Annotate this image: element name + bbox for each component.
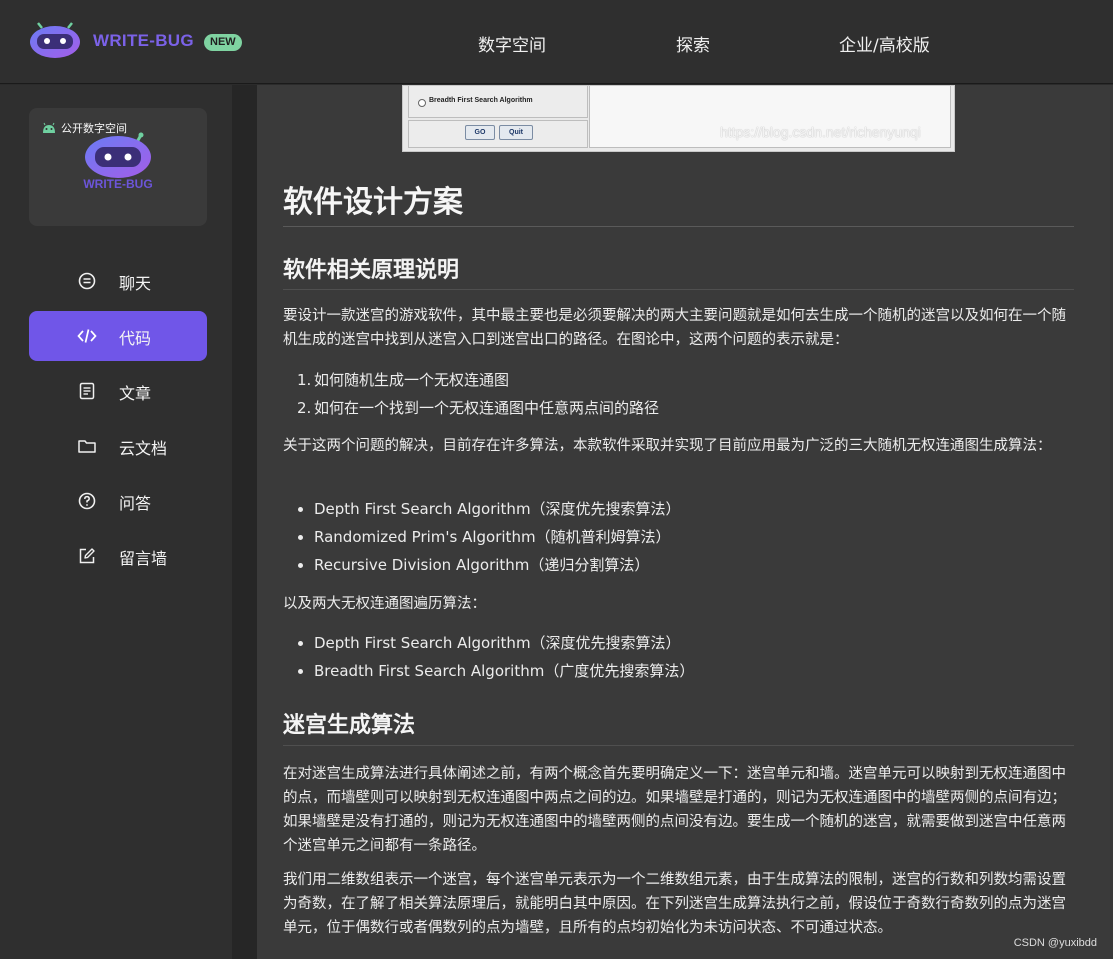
- section-divider: [283, 289, 1074, 290]
- list-item: 2. 如何在一个找到一个无权连通图中任意两点间的路径: [297, 399, 660, 417]
- sidebar-item-label: 文章: [119, 384, 152, 403]
- nav-explore[interactable]: 探索: [676, 31, 710, 56]
- article-content: Breadth First Search Algorithm GO Quit h…: [257, 85, 1113, 959]
- traversal-algorithms-list: Depth First Search Algorithm（深度优先搜索算法） B…: [297, 629, 694, 685]
- space-card-brand: WRITE-BUG: [83, 177, 153, 191]
- article-icon: [79, 382, 95, 400]
- paragraph: 我们用二维数组表示一个迷宫，每个迷宫单元表示为一个二维数组元素，由于生成算法的限…: [283, 872, 1066, 936]
- quit-button: Quit: [499, 125, 533, 140]
- robot-logo-icon[interactable]: [28, 22, 82, 60]
- sidebar-item-label: 留言墙: [119, 549, 168, 568]
- nav-enterprise[interactable]: 企业/高校版: [839, 31, 930, 56]
- sidebar-item-label: 聊天: [119, 274, 152, 293]
- new-badge: NEW: [204, 34, 242, 51]
- blog-watermark: https://blog.csdn.net/richenyunqi: [720, 124, 921, 140]
- section-divider: [283, 745, 1074, 746]
- sidebar-item-label: 代码: [119, 329, 152, 348]
- robot-avatar-icon: [85, 132, 151, 178]
- digital-space-card[interactable]: 公开数字空间 WRITE-BUG: [29, 108, 207, 226]
- ordered-list: 1. 如何随机生成一个无权连通图 2. 如何在一个找到一个无权连通图中任意两点间的路…: [297, 366, 660, 422]
- paragraph: 关于这两个问题的解决，目前存在许多算法，本款软件采取并实现了目前应用最为广泛的三…: [283, 438, 1052, 454]
- list-item: Depth First Search Algorithm（深度优先搜索算法）: [297, 629, 694, 657]
- chat-icon: [78, 272, 96, 290]
- paragraph: 以及两大无权连通图遍历算法：: [283, 596, 486, 612]
- paragraph: 在对迷宫生成算法进行具体阐述之前，有两个概念首先要明确定义一下：迷宫单元和墙。迷…: [283, 766, 1066, 854]
- folder-icon: [78, 440, 96, 453]
- section-heading-maze-generation: 迷宫生成算法: [283, 713, 416, 738]
- section-heading-principles: 软件相关原理说明: [283, 258, 460, 283]
- button-panel: [408, 120, 588, 148]
- radio-bfs-label: Breadth First Search Algorithm: [429, 97, 533, 104]
- paragraph: 要设计一款迷宫的游戏软件，其中最主要也是必须要解决的两大主要问题就是如何去生成一…: [283, 308, 1066, 348]
- sidebar-item-code[interactable]: 代码: [29, 311, 207, 361]
- sidebar-item-qa[interactable]: 问答: [29, 476, 207, 526]
- sidebar-item-chat[interactable]: 聊天: [29, 256, 207, 306]
- sidebar-divider: [232, 85, 257, 959]
- list-item: Breadth First Search Algorithm（广度优先搜索算法）: [297, 657, 694, 685]
- maze-app-screenshot: Breadth First Search Algorithm GO Quit h…: [402, 85, 955, 152]
- top-navigation-bar: WRITE-BUG NEW 数字空间 探索 企业/高校版: [0, 0, 1113, 84]
- list-item: Depth First Search Algorithm（深度优先搜索算法）: [298, 495, 681, 523]
- sidebar-item-label: 问答: [119, 494, 152, 513]
- list-item: Recursive Division Algorithm（递归分割算法）: [298, 551, 681, 579]
- page-title: 软件设计方案: [283, 185, 463, 220]
- sidebar-item-label: 云文档: [119, 439, 168, 458]
- brand-name[interactable]: WRITE-BUG: [93, 31, 194, 51]
- title-divider: [283, 226, 1074, 227]
- sidebar-item-message-wall[interactable]: 留言墙: [29, 531, 207, 581]
- generation-algorithms-list: Depth First Search Algorithm（深度优先搜索算法） R…: [298, 495, 681, 579]
- list-item: 1. 如何随机生成一个无权连通图: [297, 371, 510, 389]
- android-icon: [43, 122, 55, 133]
- radio-bfs: [418, 99, 426, 107]
- go-button: GO: [465, 125, 495, 140]
- algorithm-panel: Breadth First Search Algorithm: [408, 86, 588, 118]
- question-icon: [78, 492, 96, 510]
- code-icon: [77, 329, 97, 343]
- csdn-watermark: CSDN @yuxibdd: [1013, 937, 1097, 949]
- nav-digital-space[interactable]: 数字空间: [478, 31, 546, 56]
- sidebar-item-cloud-docs[interactable]: 云文档: [29, 421, 207, 471]
- list-item: Randomized Prim's Algorithm（随机普利姆算法）: [298, 523, 681, 551]
- edit-icon: [79, 548, 95, 564]
- sidebar-item-article[interactable]: 文章: [29, 366, 207, 416]
- sidebar: 公开数字空间 WRITE-BUG 聊天 代码 文章 云文档 问答 留言墙: [0, 85, 232, 959]
